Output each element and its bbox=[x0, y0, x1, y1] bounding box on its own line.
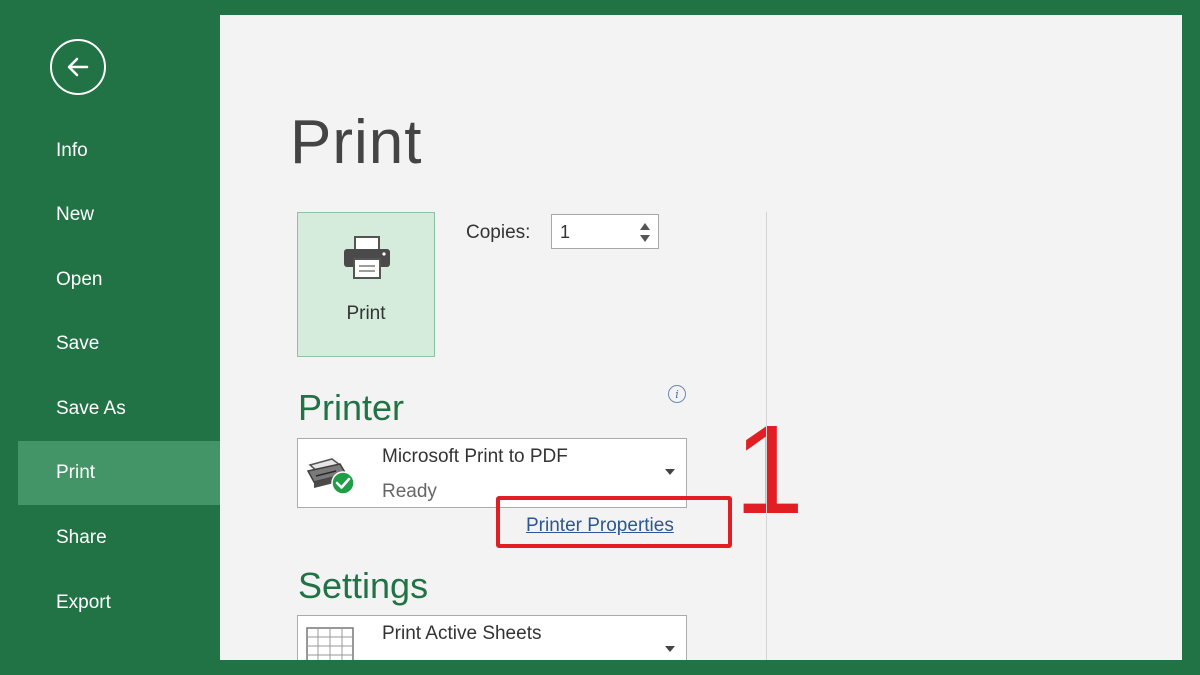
print-pane: Print Print Copies: Printer i bbox=[220, 15, 1182, 660]
nav-item-label: New bbox=[56, 204, 95, 225]
printer-status: Ready bbox=[382, 481, 437, 502]
highlight-box bbox=[496, 496, 732, 548]
printer-name: Microsoft Print to PDF bbox=[382, 446, 568, 467]
printer-ready-icon bbox=[306, 458, 355, 495]
copies-stepper[interactable] bbox=[551, 214, 659, 249]
increment-arrow-icon[interactable] bbox=[638, 220, 652, 232]
settings-heading: Settings bbox=[298, 565, 429, 606]
print-scope-select[interactable]: Print Active Sheets bbox=[297, 615, 687, 660]
nav-item-label: Open bbox=[56, 269, 103, 290]
nav-item-save-as[interactable]: Save As bbox=[18, 377, 220, 441]
nav-item-label: Share bbox=[56, 527, 107, 548]
nav-item-save[interactable]: Save bbox=[18, 312, 220, 376]
printer-heading: Printer bbox=[298, 387, 405, 428]
page-title: Print bbox=[290, 108, 423, 177]
nav-item-share[interactable]: Share bbox=[18, 506, 220, 570]
nav-item-label: Save bbox=[56, 333, 100, 354]
callout-number: 1 bbox=[734, 399, 805, 540]
nav-item-info[interactable]: Info bbox=[18, 119, 220, 183]
nav-item-open[interactable]: Open bbox=[18, 248, 220, 312]
copies-label: Copies: bbox=[466, 222, 531, 243]
print-button[interactable]: Print bbox=[297, 212, 435, 357]
chevron-down-icon bbox=[665, 469, 675, 475]
nav-item-label: Print bbox=[56, 462, 96, 483]
pane-divider bbox=[766, 212, 767, 660]
printer-icon bbox=[344, 236, 390, 279]
back-button[interactable] bbox=[50, 39, 106, 95]
print-scope-label: Print Active Sheets bbox=[382, 623, 542, 644]
copies-input[interactable] bbox=[558, 220, 630, 244]
chevron-down-icon bbox=[665, 646, 675, 652]
nav-item-label: Info bbox=[56, 140, 88, 161]
info-icon[interactable]: i bbox=[668, 385, 686, 403]
nav-item-label: Save As bbox=[56, 398, 126, 419]
excel-backstage-window: Info New Open Save Save As Print Share E… bbox=[18, 15, 1182, 660]
nav-item-export[interactable]: Export bbox=[18, 571, 220, 635]
back-arrow-icon bbox=[67, 57, 89, 77]
backstage-sidebar: Info New Open Save Save As Print Share E… bbox=[18, 15, 220, 660]
nav-item-new[interactable]: New bbox=[18, 183, 220, 247]
sheet-grid-icon bbox=[306, 627, 354, 660]
nav-item-label: Export bbox=[56, 592, 111, 613]
nav-item-print[interactable]: Print bbox=[18, 441, 220, 505]
print-button-label: Print bbox=[346, 303, 386, 324]
decrement-arrow-icon[interactable] bbox=[638, 233, 652, 245]
